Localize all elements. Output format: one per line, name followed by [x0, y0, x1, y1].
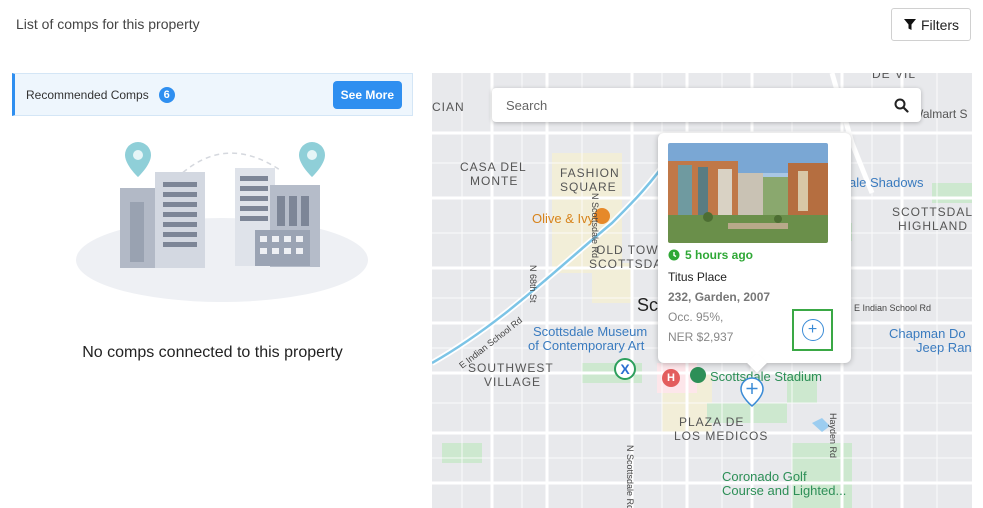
- map-label-sc: Sc: [637, 295, 659, 315]
- clock-icon: [668, 249, 680, 261]
- map-label-village: VILLAGE: [484, 375, 542, 389]
- filters-button-label: Filters: [920, 16, 960, 33]
- map-label-fashion: FASHION: [560, 166, 620, 180]
- map-label-cian: CIAN: [432, 100, 465, 114]
- add-comp-button[interactable]: +: [792, 309, 833, 351]
- filter-icon: [903, 18, 916, 30]
- property-name[interactable]: Titus Place: [668, 270, 727, 284]
- stadium-pin-icon: [690, 367, 706, 383]
- map-label-plaza-de: PLAZA DE: [679, 415, 745, 429]
- map-label-coronado-2: Course and Lighted...: [722, 483, 847, 498]
- recommended-count-badge: 6: [158, 86, 175, 103]
- search-icon[interactable]: [894, 98, 909, 113]
- map-label-square: SQUARE: [560, 180, 617, 194]
- map-label-road-indian-right: E Indian School Rd: [854, 303, 932, 313]
- recommended-comps-label: Recommended Comps: [26, 87, 149, 102]
- property-photo: [668, 143, 828, 243]
- map-label-museum-2: of Contemporary Art: [528, 338, 645, 353]
- map-label-museum-1: Scottsdale Museum: [533, 324, 648, 339]
- empty-state-message: No comps connected to this property: [82, 344, 343, 361]
- map-label-scottsdale: SCOTTSDA: [589, 257, 663, 271]
- map-label-road-hayden: Hayden Rd: [828, 413, 838, 459]
- map-label-olive-ivy: Olive & Ivy: [532, 211, 595, 226]
- map-label-shadows: ale Shadows: [849, 175, 924, 190]
- map-label-chapman-2: Jeep Ran: [916, 340, 972, 355]
- map-label-los-medicos: LOS MEDICOS: [674, 429, 769, 443]
- hospital-pin-icon: H: [662, 369, 680, 387]
- map-label-road-68th: N 68th St: [528, 265, 538, 303]
- empty-buildings-illustration: [76, 142, 368, 302]
- map-label-road-scottsdale-bottom: N Scottsdale Rd: [625, 445, 635, 508]
- map-label-de-vil: DE VIL: [872, 73, 917, 81]
- map-label-scottsdale-highland-1: SCOTTSDAL: [892, 205, 972, 219]
- page-title: List of comps for this property: [16, 16, 200, 32]
- map-label-southwest: SOUTHWEST: [468, 361, 554, 375]
- comp-popup-card: 5 hours ago Titus Place 232, Garden, 200…: [658, 133, 851, 363]
- updated-time-text: 5 hours ago: [685, 248, 754, 262]
- map-label-stadium: Scottsdale Stadium: [710, 369, 823, 384]
- filters-button[interactable]: Filters: [891, 8, 971, 41]
- marker-x-icon: X: [614, 358, 636, 380]
- property-location-pin-icon[interactable]: [740, 377, 764, 407]
- map-search-input[interactable]: [504, 96, 894, 114]
- map-label-coronado-1: Coronado Golf: [722, 469, 807, 484]
- property-ner: NER $2,937: [668, 330, 734, 344]
- property-meta: 232, Garden, 2007: [668, 290, 771, 304]
- map-label-scottsdale-highland-2: HIGHLAND: [898, 219, 969, 233]
- see-more-button[interactable]: See More: [332, 81, 402, 109]
- map-label-road-scottsdale: N Scottsdale Rd: [590, 193, 600, 259]
- recommended-comps-bar: Recommended Comps 6 See More: [12, 73, 413, 116]
- map[interactable]: CIAN DE VIL Walmart S CASA DEL MONTE FAS…: [432, 73, 972, 508]
- map-search-box: [492, 88, 921, 122]
- map-label-old-town: OLD TOW: [596, 243, 659, 257]
- property-occupancy: Occ. 95%,: [668, 310, 724, 324]
- map-label-monte: MONTE: [470, 174, 519, 188]
- map-label-casa-del: CASA DEL: [460, 160, 527, 174]
- map-label-chapman-1: Chapman Do: [889, 326, 966, 341]
- plus-icon: +: [801, 319, 824, 341]
- updated-time: 5 hours ago: [668, 248, 753, 262]
